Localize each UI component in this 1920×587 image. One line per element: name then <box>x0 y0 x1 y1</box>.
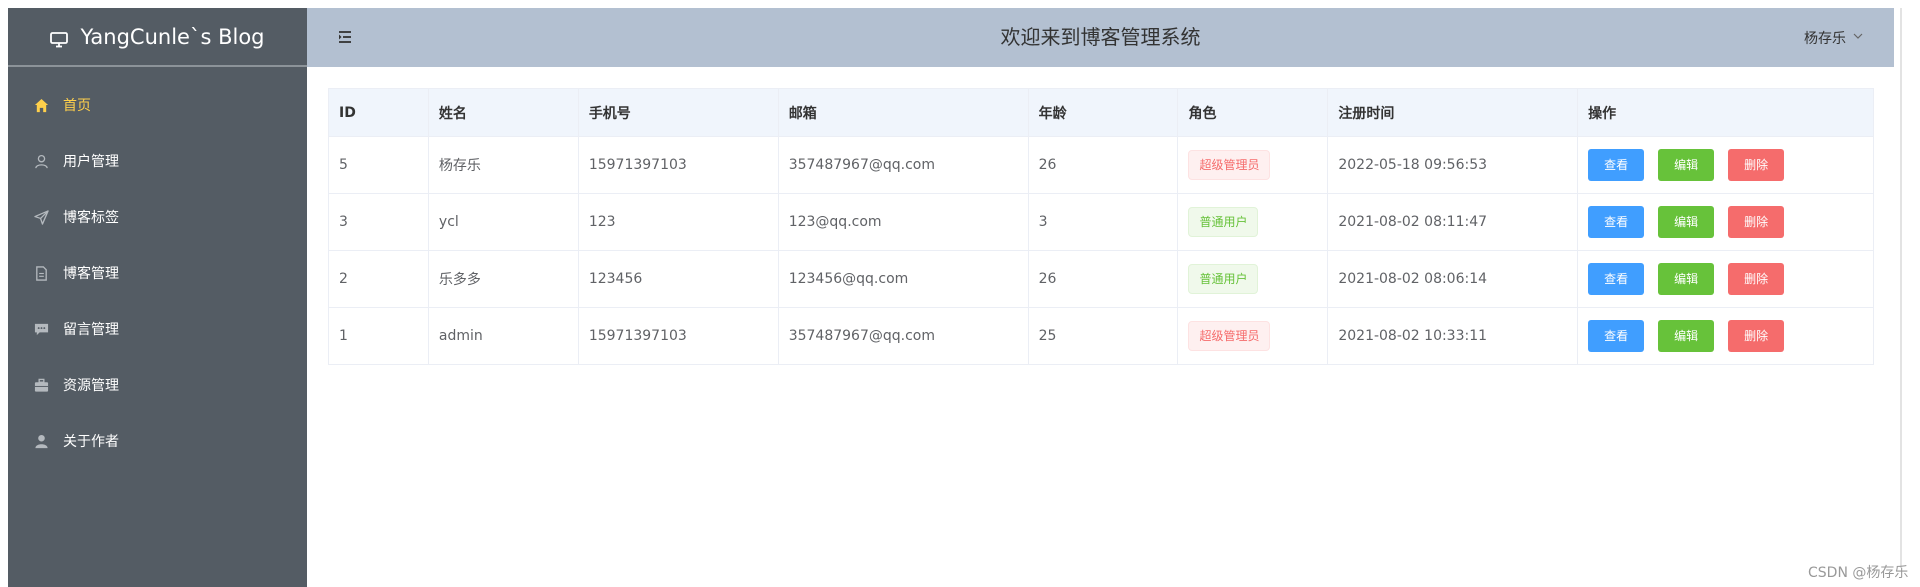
view-button[interactable]: 查看 <box>1588 320 1645 352</box>
brand: YangCunle`s Blog <box>8 8 307 67</box>
send-icon <box>33 209 49 225</box>
sidebar-item-label: 资源管理 <box>63 378 119 394</box>
cell-role: 普通用户 <box>1177 193 1329 251</box>
sidebar-item-about[interactable]: 关于作者 <box>8 413 307 469</box>
cell-phone: 123 <box>577 193 779 251</box>
user-dropdown[interactable]: 杨存乐 <box>1804 8 1864 67</box>
cell-name: 杨存乐 <box>427 136 579 194</box>
person-icon <box>33 433 49 449</box>
sidebar-item-resources[interactable]: 资源管理 <box>8 357 307 413</box>
column-header: 角色 <box>1177 88 1329 137</box>
cell-registered: 2021-08-02 08:06:14 <box>1327 250 1579 308</box>
sidebar-item-label: 博客标签 <box>63 210 119 226</box>
cell-id: 1 <box>328 307 429 365</box>
cell-actions: 查看 编辑 删除 <box>1577 136 1874 194</box>
table-row: 5 杨存乐 15971397103 357487967@qq.com 26 超级… <box>328 136 1874 194</box>
cell-registered: 2022-05-18 09:56:53 <box>1327 136 1579 194</box>
home-icon <box>33 97 49 113</box>
cell-role: 超级管理员 <box>1177 307 1329 365</box>
user-name: 杨存乐 <box>1804 30 1846 47</box>
column-header: 手机号 <box>577 88 779 137</box>
cell-role: 超级管理员 <box>1177 136 1329 194</box>
view-button[interactable]: 查看 <box>1588 149 1645 181</box>
sidebar-item-label: 用户管理 <box>63 154 119 170</box>
scrollbar[interactable] <box>1900 8 1902 568</box>
user-icon <box>33 153 49 169</box>
cell-id: 3 <box>328 193 429 251</box>
column-header: 姓名 <box>427 88 579 137</box>
sidebar-item-home[interactable]: 首页 <box>8 77 307 133</box>
watermark: CSDN @杨存乐 <box>1808 565 1909 581</box>
app-frame: YangCunle`s Blog 首页 用户管理 博客标签 博客管理 留言管理 … <box>8 8 1894 587</box>
role-tag: 超级管理员 <box>1188 150 1271 180</box>
delete-button[interactable]: 删除 <box>1728 149 1785 181</box>
menu-toggle-icon[interactable] <box>337 29 353 45</box>
cell-age: 3 <box>1027 193 1179 251</box>
cell-age: 26 <box>1027 136 1179 194</box>
edit-button[interactable]: 编辑 <box>1658 263 1715 295</box>
column-header: ID <box>328 88 429 137</box>
chevron-down-icon <box>1852 30 1864 46</box>
brand-title: YangCunle`s Blog <box>80 24 265 49</box>
page-gutter <box>1894 0 1920 587</box>
cell-name: ycl <box>427 193 579 251</box>
briefcase-icon <box>33 377 49 393</box>
message-icon <box>33 321 49 337</box>
cell-email: 357487967@qq.com <box>777 136 1029 194</box>
sidebar-item-blogs[interactable]: 博客管理 <box>8 245 307 301</box>
main-content: ID 姓名 手机号 邮箱 年龄 角色 注册时间 操作 5 杨存乐 1597139… <box>307 67 1894 587</box>
sidebar: YangCunle`s Blog 首页 用户管理 博客标签 博客管理 留言管理 … <box>8 8 307 587</box>
cell-registered: 2021-08-02 10:33:11 <box>1327 307 1579 365</box>
view-button[interactable]: 查看 <box>1588 206 1645 238</box>
cell-email: 357487967@qq.com <box>777 307 1029 365</box>
delete-button[interactable]: 删除 <box>1728 320 1785 352</box>
sidebar-item-users[interactable]: 用户管理 <box>8 133 307 189</box>
table-row: 1 admin 15971397103 357487967@qq.com 25 … <box>328 307 1874 365</box>
view-button[interactable]: 查看 <box>1588 263 1645 295</box>
cell-phone: 15971397103 <box>577 136 779 194</box>
cell-phone: 15971397103 <box>577 307 779 365</box>
edit-button[interactable]: 编辑 <box>1658 149 1715 181</box>
cell-actions: 查看 编辑 删除 <box>1577 250 1874 308</box>
role-tag: 超级管理员 <box>1188 321 1271 351</box>
column-header: 操作 <box>1577 88 1874 137</box>
sidebar-item-label: 留言管理 <box>63 322 119 338</box>
cell-role: 普通用户 <box>1177 250 1329 308</box>
edit-button[interactable]: 编辑 <box>1658 206 1715 238</box>
role-tag: 普通用户 <box>1188 207 1259 237</box>
sidebar-menu: 首页 用户管理 博客标签 博客管理 留言管理 资源管理 关于作者 <box>8 77 307 469</box>
column-header: 注册时间 <box>1327 88 1579 137</box>
sidebar-item-label: 关于作者 <box>63 434 119 450</box>
top-header: 欢迎来到博客管理系统 杨存乐 <box>307 8 1894 67</box>
user-table: ID 姓名 手机号 邮箱 年龄 角色 注册时间 操作 5 杨存乐 1597139… <box>328 88 1874 365</box>
table-header-row: ID 姓名 手机号 邮箱 年龄 角色 注册时间 操作 <box>328 88 1874 137</box>
cell-email: 123@qq.com <box>777 193 1029 251</box>
sidebar-item-tags[interactable]: 博客标签 <box>8 189 307 245</box>
edit-button[interactable]: 编辑 <box>1658 320 1715 352</box>
cell-name: 乐多多 <box>427 250 579 308</box>
column-header: 邮箱 <box>777 88 1029 137</box>
document-icon <box>33 265 49 281</box>
cell-phone: 123456 <box>577 250 779 308</box>
cell-actions: 查看 编辑 删除 <box>1577 307 1874 365</box>
cell-email: 123456@qq.com <box>777 250 1029 308</box>
table-row: 3 ycl 123 123@qq.com 3 普通用户 2021-08-02 0… <box>328 193 1874 251</box>
sidebar-item-label: 博客管理 <box>63 266 119 282</box>
sidebar-item-label: 首页 <box>63 98 91 114</box>
role-tag: 普通用户 <box>1188 264 1259 294</box>
cell-age: 25 <box>1027 307 1179 365</box>
table-row: 2 乐多多 123456 123456@qq.com 26 普通用户 2021-… <box>328 250 1874 308</box>
delete-button[interactable]: 删除 <box>1728 206 1785 238</box>
cell-id: 2 <box>328 250 429 308</box>
monitor-icon <box>50 29 69 48</box>
cell-name: admin <box>427 307 579 365</box>
column-header: 年龄 <box>1027 88 1179 137</box>
cell-id: 5 <box>328 136 429 194</box>
delete-button[interactable]: 删除 <box>1728 263 1785 295</box>
cell-actions: 查看 编辑 删除 <box>1577 193 1874 251</box>
page-title: 欢迎来到博客管理系统 <box>1000 25 1201 49</box>
cell-age: 26 <box>1027 250 1179 308</box>
cell-registered: 2021-08-02 08:11:47 <box>1327 193 1579 251</box>
sidebar-item-messages[interactable]: 留言管理 <box>8 301 307 357</box>
